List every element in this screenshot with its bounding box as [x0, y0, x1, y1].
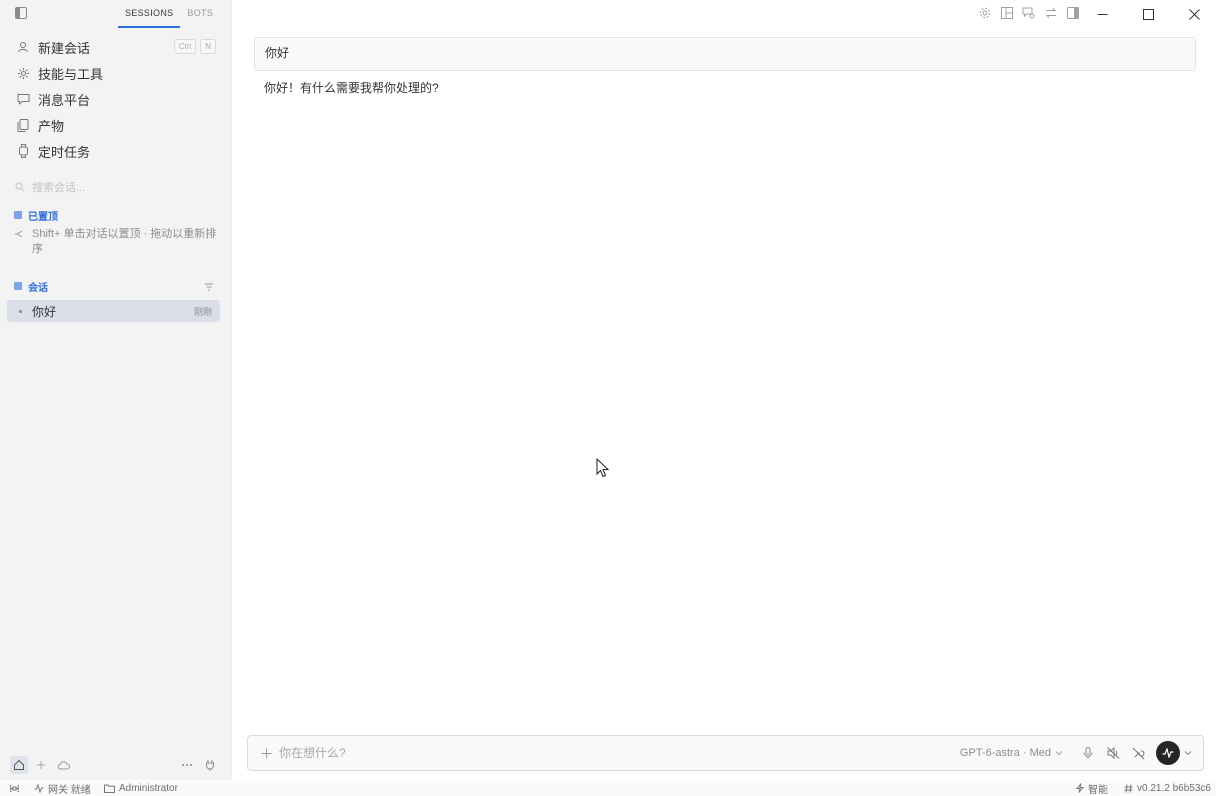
sidebar-nav: 新建会话 Ctrl N 技能与工具 消息平台 产物 定时任务 [8, 34, 224, 164]
microphone-icon[interactable] [1081, 746, 1095, 760]
cloud-icon[interactable] [54, 756, 72, 774]
user-status[interactable]: Administrator [104, 782, 178, 794]
sidebar-tabs: SESSIONS BOTS [118, 0, 220, 30]
grid-icon [14, 282, 22, 290]
sidebar-header: SESSIONS BOTS [0, 0, 232, 30]
app-window: SESSIONS BOTS 新建会话 Ctrl N 技能与工具 消息平台 产物 … [0, 0, 1216, 796]
search-input[interactable]: 搜索会话... [32, 179, 85, 195]
sidebar: SESSIONS BOTS 新建会话 Ctrl N 技能与工具 消息平台 产物 … [0, 0, 232, 780]
user-name: Administrator [119, 782, 178, 794]
nav-label: 产物 [38, 118, 65, 134]
nav-label: 定时任务 [38, 144, 91, 160]
search-icon [14, 181, 26, 193]
pinned-hint-text: Shift+ 单击对话以置顶 · 拖动以重新排序 [32, 228, 217, 255]
nav-artifacts[interactable]: 产物 [8, 112, 224, 138]
nav-scheduled-tasks[interactable]: 定时任务 [8, 138, 224, 164]
sidebar-footer [0, 754, 232, 776]
add-icon[interactable] [32, 756, 50, 774]
layout-icon[interactable] [1000, 6, 1013, 19]
sessions-title: 会话 [28, 282, 48, 294]
chat-bubble-icon [16, 92, 30, 106]
home-icon[interactable] [10, 756, 28, 774]
kbd-ctrl: Ctrl [173, 39, 197, 54]
more-icon[interactable] [178, 756, 196, 774]
mouse-cursor-icon [596, 457, 610, 478]
chevron-down-icon[interactable] [1183, 748, 1193, 758]
status-bar: 网关 就绪 Administrator 智能 v0.21.2 b6b53c6 [0, 780, 1216, 796]
chat-settings-icon[interactable] [1022, 6, 1035, 19]
session-name: 你好 [32, 304, 57, 319]
maximize-button[interactable] [1137, 4, 1159, 24]
mode-status[interactable]: 智能 [1076, 782, 1108, 796]
gateway-status[interactable]: 网关 就绪 [34, 782, 91, 796]
files-icon [16, 118, 30, 132]
close-button[interactable] [1183, 4, 1205, 24]
gear-icon[interactable] [978, 6, 991, 19]
grid-icon [14, 211, 22, 219]
pinned-section-header: 已置顶 [14, 207, 58, 223]
attach-plus-icon[interactable] [259, 746, 273, 760]
nav-label: 技能与工具 [38, 66, 104, 82]
right-panel-icon[interactable] [1066, 6, 1079, 19]
sessions-section-header: 会话 [14, 278, 48, 294]
person-icon [16, 40, 30, 54]
gateway-status-text: 网关 就绪 [48, 784, 91, 796]
nav-message-platform[interactable]: 消息平台 [8, 86, 224, 112]
session-dot [19, 309, 22, 313]
minimize-button[interactable] [1091, 4, 1113, 24]
pinned-hint: Shift+ 单击对话以置顶 · 拖动以重新排序 [14, 227, 220, 257]
nav-label: 消息平台 [38, 92, 91, 108]
command-icon[interactable] [10, 782, 23, 794]
nav-new-session[interactable]: 新建会话 Ctrl N [8, 34, 224, 60]
pinned-title: 已置顶 [28, 211, 58, 223]
watch-icon [16, 144, 30, 158]
message-input[interactable] [279, 746, 960, 760]
tools-off-icon[interactable] [1131, 746, 1145, 760]
model-label: GPT-6-astra · Med [959, 747, 1051, 759]
plug-icon[interactable] [201, 756, 219, 774]
kbd-n: N [200, 39, 216, 54]
sidebar-toggle-icon[interactable] [14, 6, 28, 19]
nav-label: 新建会话 [38, 40, 91, 56]
user-message: 你好 [254, 37, 1196, 71]
shortcut-hint: Ctrl N [173, 39, 216, 54]
chevron-down-icon [1055, 749, 1063, 757]
tab-bots[interactable]: BOTS [180, 0, 220, 28]
nav-skills-tools[interactable]: 技能与工具 [8, 60, 224, 86]
version-text: v0.21.2 b6b53c6 [1137, 782, 1211, 794]
swap-icon[interactable] [1044, 6, 1057, 19]
voice-send-button[interactable] [1156, 741, 1180, 765]
top-toolbar [978, 6, 1079, 19]
filter-icon[interactable] [204, 279, 214, 291]
mode-text: 智能 [1088, 784, 1108, 796]
list-item[interactable]: 你好 刚刚 [7, 300, 220, 322]
session-time: 刚刚 [193, 306, 212, 317]
version-status: v0.21.2 b6b53c6 [1124, 782, 1211, 794]
speaker-off-icon[interactable] [1106, 746, 1120, 760]
assistant-message: 你好！有什么需要我帮你处理的? [264, 81, 439, 95]
composer: GPT-6-astra · Med [247, 735, 1204, 771]
tools-icon [16, 66, 30, 80]
model-selector[interactable]: GPT-6-astra · Med [960, 747, 1063, 759]
pin-icon [14, 227, 26, 257]
session-search[interactable]: 搜索会话... [14, 178, 214, 196]
tab-sessions[interactable]: SESSIONS [118, 0, 181, 28]
